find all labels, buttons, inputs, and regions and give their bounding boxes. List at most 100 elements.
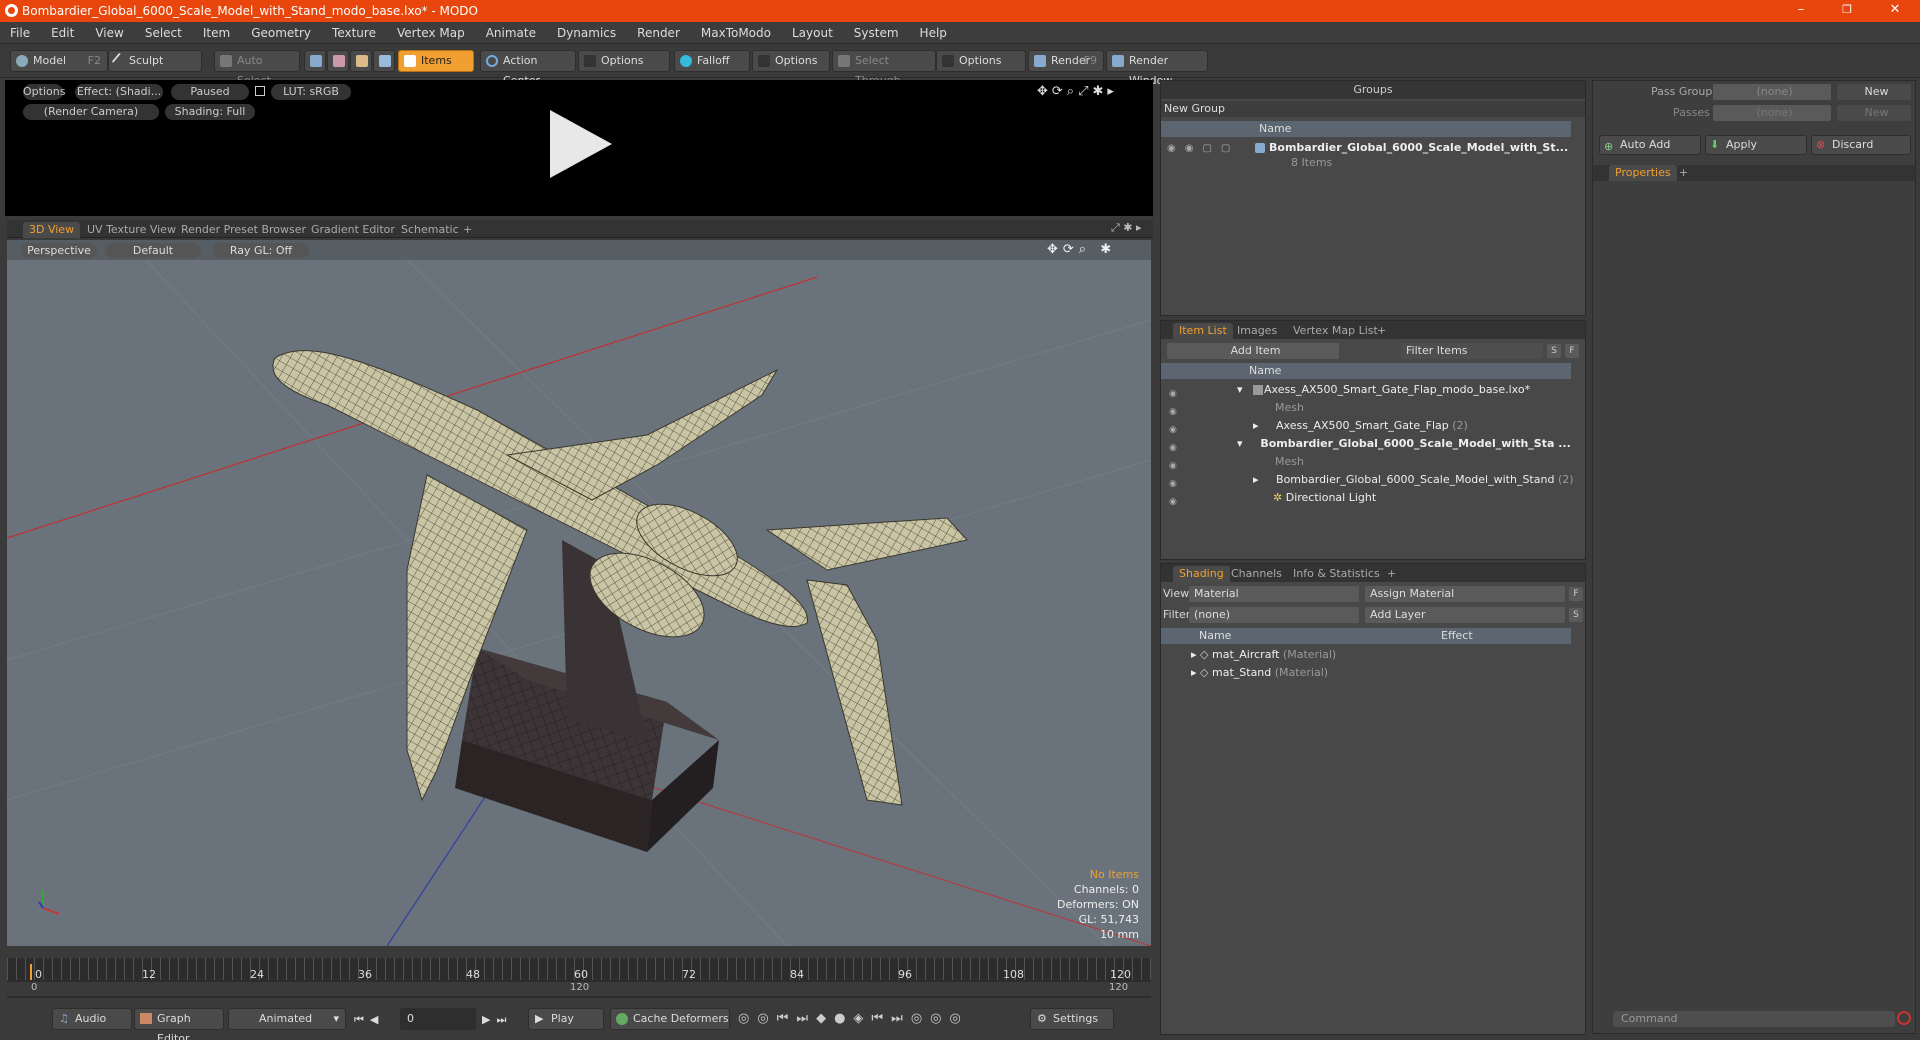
timeline[interactable]: 0 12 24 36 48 60 72 84 96 108 120 0 120 … — [7, 958, 1151, 998]
add-layer-dropdown[interactable]: Add Layer — [1365, 607, 1565, 623]
menu-view[interactable]: View — [85, 26, 134, 40]
material-row-stand[interactable]: ▸ ◇ mat_Stand (Material) — [1191, 664, 1328, 682]
graph-editor-button[interactable]: Graph Editor — [134, 1008, 224, 1040]
paused-button[interactable]: Paused — [171, 84, 249, 100]
render-window-button[interactable]: Render Window — [1106, 50, 1208, 87]
assign-material-button[interactable]: Assign Material — [1365, 586, 1565, 602]
add-properties-tab-button[interactable]: + — [1673, 165, 1694, 181]
material-row-aircraft[interactable]: ▸ ◇ mat_Aircraft (Material) — [1191, 646, 1336, 664]
render-options-button[interactable]: Options — [23, 84, 65, 100]
tab-render-preset-browser[interactable]: Render Preset Browser — [175, 222, 312, 238]
minimize-button[interactable]: – — [1778, 0, 1824, 22]
falloff-options-button[interactable]: Options — [752, 50, 830, 72]
3d-viewport[interactable]: Perspective Default Ray GL: Off ✥⟳⌕ ✱ No… — [7, 240, 1151, 946]
filter-s-button[interactable]: S — [1547, 344, 1561, 358]
item-row-bombardier-mesh[interactable]: Mesh — [1275, 453, 1304, 471]
skip-back-icons[interactable]: ⏮◀ — [354, 1013, 384, 1027]
menu-maxtomodo[interactable]: MaxToModo — [691, 26, 782, 40]
select-options-button[interactable]: Options — [936, 50, 1026, 72]
menu-geometry[interactable]: Geometry — [241, 26, 322, 40]
command-input[interactable]: Command — [1613, 1011, 1895, 1027]
tab-3d-view[interactable]: 3D View — [23, 222, 81, 238]
tab-gradient-editor[interactable]: Gradient Editor — [305, 222, 401, 238]
menu-dynamics[interactable]: Dynamics — [547, 26, 627, 40]
tab-channels[interactable]: Channels — [1225, 566, 1288, 582]
discard-button[interactable]: ⊗ Discard — [1811, 135, 1911, 155]
tab-schematic[interactable]: Schematic — [395, 222, 465, 238]
filter-f-button[interactable]: F — [1565, 344, 1579, 358]
playhead[interactable] — [30, 964, 32, 980]
item-visibility-icons[interactable]: ◉ ◉ ◉ ◉ ◉ ◉ ◉ — [1169, 385, 1177, 511]
select-through-button[interactable]: Select Through — [832, 50, 936, 87]
perspective-dropdown[interactable]: Perspective — [21, 243, 97, 258]
audio-button[interactable]: ♫ Audio — [52, 1008, 132, 1030]
sculpt-mode-button[interactable]: Sculpt — [108, 50, 202, 72]
render-camera-dropdown[interactable]: (Render Camera) — [23, 104, 159, 120]
tab-item-list[interactable]: Item List — [1173, 323, 1233, 339]
menu-help[interactable]: Help — [910, 26, 958, 40]
polygon-select-button[interactable] — [350, 50, 372, 72]
pass-groups-dropdown[interactable]: (none) — [1713, 84, 1831, 100]
filter-items-input[interactable]: Filter Items — [1401, 343, 1543, 359]
menu-render[interactable]: Render — [627, 26, 691, 40]
menu-system[interactable]: System — [844, 26, 910, 40]
tab-properties[interactable]: Properties — [1609, 165, 1677, 181]
cache-deformers-button[interactable]: Cache Deformers — [610, 1008, 730, 1030]
default-dropdown[interactable]: Default — [105, 243, 201, 258]
action-center-button[interactable]: Action Center — [480, 50, 576, 87]
menu-file[interactable]: File — [0, 26, 41, 40]
play-button[interactable]: ▶ Play — [528, 1008, 604, 1030]
shading-f-button[interactable]: F — [1569, 587, 1583, 601]
auto-select-button[interactable]: Auto Select — [214, 50, 300, 87]
render-button[interactable]: Render F9 — [1028, 50, 1104, 72]
tab-shading[interactable]: Shading — [1173, 566, 1230, 582]
menu-vertex-map[interactable]: Vertex Map — [387, 26, 476, 40]
tab-images[interactable]: Images — [1231, 323, 1283, 339]
menu-select[interactable]: Select — [135, 26, 193, 40]
settings-button[interactable]: ⚙ Settings — [1030, 1008, 1114, 1030]
add-item-dropdown[interactable]: Add Item — [1167, 343, 1339, 359]
new-group-button[interactable]: New Group — [1161, 101, 1585, 117]
shading-dropdown[interactable]: Shading: Full — [165, 104, 255, 120]
view-dropdown[interactable]: Material — [1189, 586, 1359, 602]
item-row-bombardier-scene[interactable]: ▾ Bombardier_Global_6000_Scale_Model_wit… — [1237, 435, 1571, 453]
filter-dropdown[interactable]: (none) — [1189, 607, 1359, 623]
frame-field[interactable]: 0 — [400, 1008, 476, 1030]
effect-dropdown[interactable]: Effect: (Shadi... — [75, 84, 163, 100]
item-row-axess-scene[interactable]: ▾ Axess_AX500_Smart_Gate_Flap_modo_base.… — [1237, 381, 1530, 399]
add-itemlist-tab-button[interactable]: + — [1371, 323, 1392, 339]
skip-forward-icons[interactable]: ▶⏭ — [482, 1013, 512, 1027]
lut-dropdown[interactable]: LUT: sRGB — [271, 84, 351, 100]
menu-edit[interactable]: Edit — [41, 26, 85, 40]
menu-animate[interactable]: Animate — [476, 26, 547, 40]
auto-add-button[interactable]: ⊕ Auto Add — [1599, 135, 1701, 155]
material-select-button[interactable] — [373, 50, 395, 72]
lock-icon[interactable] — [255, 86, 265, 96]
restore-button[interactable]: ❐ — [1824, 0, 1870, 22]
vertex-select-button[interactable] — [304, 50, 326, 72]
render-nav-icons[interactable]: ✥⟳⌕⤢✱▸ — [1037, 84, 1118, 99]
item-row-bombardier-group[interactable]: ▸ Bombardier_Global_6000_Scale_Model_wit… — [1253, 471, 1574, 489]
viewport-expand-icon[interactable]: ⤢ ✱ ▸ — [1111, 221, 1142, 235]
range-bar[interactable]: 0 120 120 — [7, 982, 1151, 996]
raygl-dropdown[interactable]: Ray GL: Off — [213, 243, 309, 258]
animated-dropdown[interactable]: Animated ▾ — [228, 1008, 346, 1030]
viewport-nav-icons[interactable]: ✥⟳⌕ ✱ — [1047, 242, 1116, 257]
passes-dropdown[interactable]: (none) — [1713, 105, 1831, 121]
menu-texture[interactable]: Texture — [322, 26, 387, 40]
record-icon[interactable] — [1897, 1011, 1911, 1025]
action-center-options-button[interactable]: Options — [578, 50, 670, 72]
close-button[interactable]: ✕ — [1872, 0, 1918, 22]
add-shading-tab-button[interactable]: + — [1381, 566, 1402, 582]
edge-select-button[interactable] — [327, 50, 349, 72]
items-mode-button[interactable]: Items — [398, 50, 474, 72]
menu-item[interactable]: Item — [193, 26, 241, 40]
group-visibility-icons[interactable]: ◉◉▢▢ — [1167, 143, 1239, 154]
tab-vertex-map-list[interactable]: Vertex Map List — [1287, 323, 1384, 339]
key-tools-icons[interactable]: ◎◎⏮⏭◆●◈⏮⏭◎◎◎ — [738, 1011, 969, 1026]
menu-layout[interactable]: Layout — [782, 26, 844, 40]
model-mode-button[interactable]: Model F2 — [10, 50, 108, 72]
play-render-icon[interactable] — [550, 110, 612, 178]
item-row-axess-group[interactable]: ▸ Axess_AX500_Smart_Gate_Flap (2) — [1253, 417, 1468, 435]
new-pass-button[interactable]: New — [1837, 105, 1911, 121]
